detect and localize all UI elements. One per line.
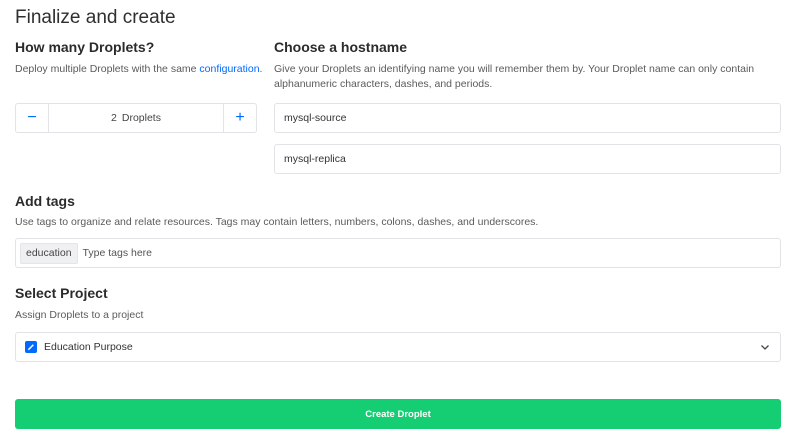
hostname-description-line-2: alphanumeric characters, dashes, and per…	[274, 78, 493, 90]
decrement-button[interactable]: −	[16, 104, 49, 132]
tags-heading: Add tags	[15, 193, 75, 209]
tag-chip-education[interactable]: education	[20, 242, 78, 264]
hostname-field-2[interactable]: mysql-replica	[274, 144, 781, 174]
hostname-description-line-1: Give your Droplets an identifying name y…	[274, 63, 755, 75]
project-selected-value: Education Purpose	[44, 341, 133, 353]
finalize-and-create-page: Finalize and create How many Droplets? D…	[0, 0, 800, 446]
tags-input-field[interactable]: education Type tags here	[15, 238, 781, 268]
droplet-count-display[interactable]: 2 Droplets	[49, 104, 223, 132]
tags-input[interactable]: Type tags here	[83, 247, 152, 259]
hostname-value-1: mysql-source	[284, 112, 347, 124]
create-droplet-button[interactable]: Create Droplet	[15, 399, 781, 429]
project-heading: Select Project	[15, 285, 108, 301]
droplets-description-suffix: .	[259, 63, 263, 75]
configuration-link[interactable]: configuration	[199, 63, 259, 75]
minus-icon: −	[27, 109, 37, 126]
chevron-down-icon	[761, 345, 769, 350]
hostname-heading: Choose a hostname	[274, 39, 408, 55]
page-title: Finalize and create	[15, 7, 176, 28]
project-select[interactable]: Education Purpose	[15, 332, 781, 362]
hostname-description: Give your Droplets an identifying name y…	[274, 62, 784, 92]
droplet-count-unit: Droplets	[121, 112, 161, 124]
droplet-count-stepper: − 2 Droplets +	[15, 103, 257, 133]
droplets-description: Deploy multiple Droplets with the same c…	[15, 62, 262, 77]
project-description: Assign Droplets to a project	[15, 309, 144, 321]
hostname-value-2: mysql-replica	[284, 153, 346, 165]
droplets-heading: How many Droplets?	[15, 39, 155, 55]
tags-description: Use tags to organize and relate resource…	[15, 216, 539, 228]
increment-button[interactable]: +	[223, 104, 256, 132]
project-pencil-icon	[25, 341, 37, 353]
droplets-description-text: Deploy multiple Droplets with the same	[15, 63, 200, 75]
plus-icon: +	[235, 109, 245, 126]
droplet-count-value: 2	[111, 112, 117, 124]
hostname-field-1[interactable]: mysql-source	[274, 103, 781, 133]
